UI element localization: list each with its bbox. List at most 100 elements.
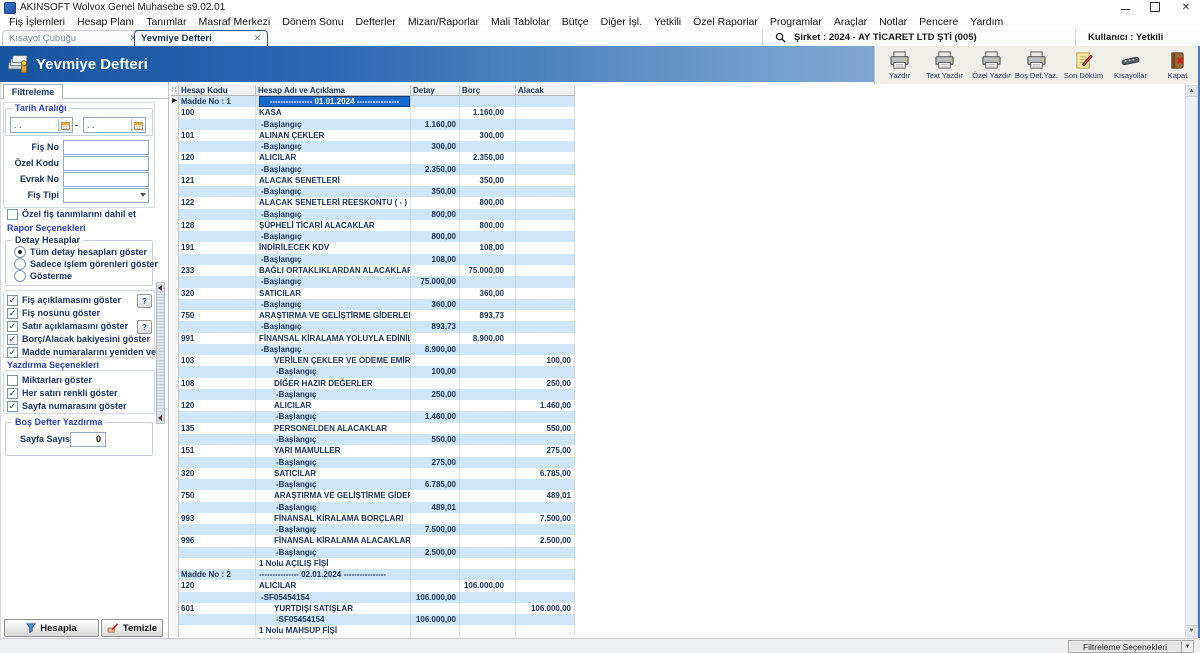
table-row[interactable]: 122ALACAK SENETLERİ REESKONTU ( - )800,0… xyxy=(171,197,575,208)
table-row[interactable]: -Başlangıç800,00 xyxy=(171,209,575,220)
maximize-button[interactable] xyxy=(1150,2,1160,12)
column-header-0[interactable]: Hesap Kodu xyxy=(179,85,256,96)
table-row[interactable]: 135PERSONELDEN ALACAKLAR550,00 xyxy=(171,423,575,434)
table-row[interactable]: 120ALICILAR1.460,00 xyxy=(171,400,575,411)
close-button[interactable]: ✕ xyxy=(1180,1,1192,13)
toolbar-button-k-sayollar[interactable]: Kısayollar xyxy=(1108,47,1153,83)
hesapla-button[interactable]: Hesapla xyxy=(4,619,99,637)
table-row[interactable]: 996FİNANSAL KİRALAMA ALACAKLARI2.500,00 xyxy=(171,535,575,546)
menu-item-14[interactable]: Notlar xyxy=(873,16,913,28)
table-row[interactable]: 100KASA1.160,00 xyxy=(171,107,575,118)
help-button[interactable]: ? xyxy=(137,294,152,308)
table-row[interactable]: 101ALINAN ÇEKLER300,00 xyxy=(171,130,575,141)
minimize-button[interactable] xyxy=(1121,4,1130,10)
tab-kisayol-cubugu[interactable]: Kısayol Çubuğu ✕ xyxy=(2,30,144,46)
table-row[interactable]: -Başlangıç300,00 xyxy=(171,141,575,152)
checkbox-row[interactable]: ✓Borç/Alacak bakiyesini göster xyxy=(7,333,150,345)
panel-splitter[interactable] xyxy=(156,282,165,424)
table-row[interactable]: -Başlangıç360,00 xyxy=(171,299,575,310)
toolbar-button-son-d-k-m[interactable]: Son Döküm xyxy=(1061,47,1106,83)
table-row[interactable]: -Başlangıç1.160,00 xyxy=(171,119,575,130)
menu-item-3[interactable]: Masraf Merkezi xyxy=(192,16,276,28)
table-row[interactable]: -Başlangıç250,00 xyxy=(171,389,575,400)
menu-item-11[interactable]: Özel Raporlar xyxy=(687,16,764,28)
menu-item-8[interactable]: Bütçe xyxy=(556,16,595,28)
radio-option-2[interactable]: Gösterme xyxy=(14,270,72,282)
checkbox-row[interactable]: ✓Her satırı renkli göster xyxy=(7,387,118,399)
date-to-field[interactable]: . . xyxy=(83,117,146,133)
table-row[interactable]: -SF05454154106.000,00 xyxy=(171,614,575,625)
menu-item-5[interactable]: Defterler xyxy=(350,16,402,28)
table-row[interactable]: -Başlangıç2.500,00 xyxy=(171,547,575,558)
tab-yevmiye-defteri[interactable]: Yevmiye Defteri ✕ xyxy=(134,30,268,46)
table-row[interactable]: 233BAĞLI ORTAKLIKLARDAN ALACAKLAR ( U.V … xyxy=(171,265,575,276)
table-row[interactable]: -Başlangıç489,01 xyxy=(171,502,575,513)
table-row[interactable]: 121ALACAK SENETLERİ350,00 xyxy=(171,175,575,186)
toolbar-button-kapat[interactable]: Kapat xyxy=(1155,47,1200,83)
table-row[interactable]: -SF05454154106.000,00 xyxy=(171,592,575,603)
checkbox-row[interactable]: ✓Satır açıklamasını göster xyxy=(7,320,128,332)
date-from-field[interactable]: . . xyxy=(10,117,73,133)
table-row[interactable]: -Başlangıç108,00 xyxy=(171,254,575,265)
table-row[interactable]: -Başlangıç275,00 xyxy=(171,457,575,468)
table-row[interactable]: 120ALICILAR2.350,00 xyxy=(171,152,575,163)
table-row[interactable]: 750ARAŞTIRMA VE GELİŞTİRME GİDERLERİ893,… xyxy=(171,310,575,321)
help-button[interactable]: ? xyxy=(137,320,152,334)
menu-item-9[interactable]: Diğer İşl. xyxy=(595,16,648,28)
table-row[interactable]: 1 Nolu AÇILIŞ FİŞİ xyxy=(171,558,575,569)
-zel-kodu-input[interactable] xyxy=(63,156,149,171)
table-row[interactable]: ▶Madde No : 1---------------- 01.01.2024… xyxy=(171,96,575,107)
table-row[interactable]: 1 Nolu MAHSUP FİŞİ xyxy=(171,625,575,636)
column-header-2[interactable]: Detay xyxy=(411,85,460,96)
checkbox-row[interactable]: ✓Madde numaralarını yeniden ver xyxy=(7,346,160,358)
menu-item-2[interactable]: Tanımlar xyxy=(140,16,192,28)
temizle-button[interactable]: Temizle xyxy=(101,619,163,637)
vertical-scrollbar[interactable]: ▲ ▼ xyxy=(1185,85,1198,637)
checkbox-row[interactable]: ✓Sayfa numarasını göster xyxy=(7,400,127,412)
selected-cell[interactable]: ---------------- 01.01.2024 ------------… xyxy=(259,96,410,107)
table-row[interactable]: 103VERİLEN ÇEKLER VE ÖDEME EMİRLERİ HE10… xyxy=(171,355,575,366)
menu-item-4[interactable]: Dönem Sonu xyxy=(276,16,349,28)
table-row[interactable]: -Başlangıç1.460,00 xyxy=(171,411,575,422)
menu-item-0[interactable]: Fiş İşlemleri xyxy=(3,16,71,28)
checkbox-row[interactable]: ✓Fiş açıklamasını göster xyxy=(7,294,121,306)
radio-option-1[interactable]: Sadece işlem görenleri göster xyxy=(14,258,158,270)
table-row[interactable]: 991FİNANSAL KİRALAMA YOLUYLA EDİNİLEN VA… xyxy=(171,333,575,344)
table-row[interactable]: -Başlangıç800,00 xyxy=(171,231,575,242)
fis-tipi-select[interactable] xyxy=(63,188,149,203)
scroll-up-icon[interactable]: ▲ xyxy=(1186,86,1197,97)
table-row[interactable]: -Başlangıç893,73 xyxy=(171,321,575,332)
radio-option-0[interactable]: Tüm detay hesapları göster xyxy=(14,246,147,258)
table-row[interactable]: -Başlangıç75.000,00 xyxy=(171,276,575,287)
column-header-1[interactable]: Hesap Adı ve Açıklama xyxy=(256,85,411,96)
table-row[interactable]: -Başlangıç550,00 xyxy=(171,434,575,445)
menu-item-16[interactable]: Yardım xyxy=(964,16,1009,28)
table-row[interactable]: -Başlangıç7.500,00 xyxy=(171,524,575,535)
table-row[interactable]: 120ALICILAR106.000,00 xyxy=(171,580,575,591)
scroll-down-icon[interactable]: ▼ xyxy=(1186,625,1197,636)
column-header-3[interactable]: Borç xyxy=(460,85,516,96)
table-row[interactable]: -Başlangıç6.785,00 xyxy=(171,479,575,490)
tab-filtreleme[interactable]: Filtreleme xyxy=(3,84,63,100)
menu-item-13[interactable]: Araçlar xyxy=(828,16,873,28)
table-row[interactable]: 750ARAŞTIRMA VE GELİŞTİRME GİDERLERİ489,… xyxy=(171,490,575,501)
menu-item-15[interactable]: Pencere xyxy=(913,16,964,28)
sayfa-sayisi-input[interactable]: 0 xyxy=(70,432,106,447)
calendar-icon[interactable] xyxy=(131,119,145,131)
table-row[interactable]: 151YARI MAMULLER275,00 xyxy=(171,445,575,456)
column-header-4[interactable]: Alacak xyxy=(516,85,575,96)
toolbar-button--zel-yazd-r[interactable]: Özel Yazdır xyxy=(969,47,1014,83)
menu-item-12[interactable]: Programlar xyxy=(764,16,828,28)
table-row[interactable]: Madde No : 2--------------- 02.01.2024 -… xyxy=(171,569,575,580)
table-row[interactable]: -Başlangıç2.350,00 xyxy=(171,164,575,175)
table-row[interactable]: 320SATICILAR6.785,00 xyxy=(171,468,575,479)
menu-item-6[interactable]: Mizan/Raporlar xyxy=(402,16,485,28)
table-row[interactable]: -Başlangıç350,00 xyxy=(171,186,575,197)
tab-close-icon[interactable]: ✕ xyxy=(253,33,261,44)
table-row[interactable]: 128ŞÜPHELİ TİCARİ ALACAKLAR800,00 xyxy=(171,220,575,231)
calendar-icon[interactable] xyxy=(58,119,72,131)
include-special-checkbox[interactable]: Özel fiş tanımlarını dahil et xyxy=(7,208,136,220)
toolbar-button-yazd-r[interactable]: Yazdır xyxy=(877,47,922,83)
menu-item-1[interactable]: Hesap Planı xyxy=(71,16,140,28)
table-row[interactable]: -Başlangıç100,00 xyxy=(171,366,575,377)
